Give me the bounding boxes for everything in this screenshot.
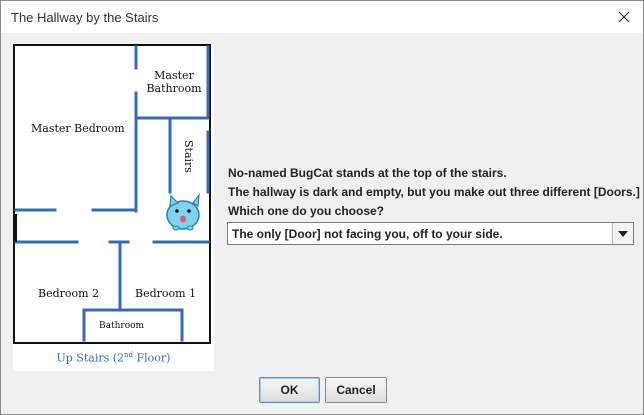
floor-plan-image: Master Bathroom Master Bedroom Stairs Be…: [13, 44, 214, 371]
door-choice-dropdown[interactable]: The only [Door] not facing you, off to y…: [227, 222, 634, 245]
caption-prefix: Up Stairs (2: [56, 351, 125, 365]
prompt-line-2: The hallway is dark and empty, but you m…: [228, 185, 640, 199]
door-choice-value: The only [Door] not facing you, off to y…: [232, 227, 503, 241]
caption-suffix: Floor): [133, 351, 171, 365]
master-bathroom-line1: Master: [154, 69, 194, 82]
ok-button[interactable]: OK: [259, 377, 320, 403]
close-button[interactable]: [609, 3, 639, 31]
room-label-master-bathroom: Master Bathroom: [144, 69, 204, 95]
bugcat-character: [166, 192, 200, 231]
room-label-bathroom: Bathroom: [99, 321, 145, 331]
prompt-line-3: Which one do you choose?: [228, 204, 384, 218]
chevron-down-icon: [618, 230, 628, 237]
room-label-stairs: Stairs: [182, 140, 195, 173]
cancel-button[interactable]: Cancel: [325, 377, 387, 403]
dialog-window: The Hallway by the Stairs Master Bathroo…: [0, 0, 644, 415]
caption-superscript: nd: [124, 351, 134, 359]
room-label-bedroom-2: Bedroom 2: [38, 287, 100, 300]
title-bar: The Hallway by the Stairs: [1, 1, 643, 33]
floor-caption: Up Stairs (2nd Floor): [13, 351, 214, 365]
room-label-bedroom-1: Bedroom 1: [135, 287, 197, 300]
close-icon: [618, 11, 630, 23]
window-title: The Hallway by the Stairs: [11, 10, 159, 25]
dropdown-arrow-button[interactable]: [612, 223, 633, 244]
room-label-master-bedroom: Master Bedroom: [31, 122, 125, 135]
master-bathroom-line2: Bathroom: [146, 82, 202, 95]
prompt-line-1: No-named BugCat stands at the top of the…: [228, 166, 507, 180]
